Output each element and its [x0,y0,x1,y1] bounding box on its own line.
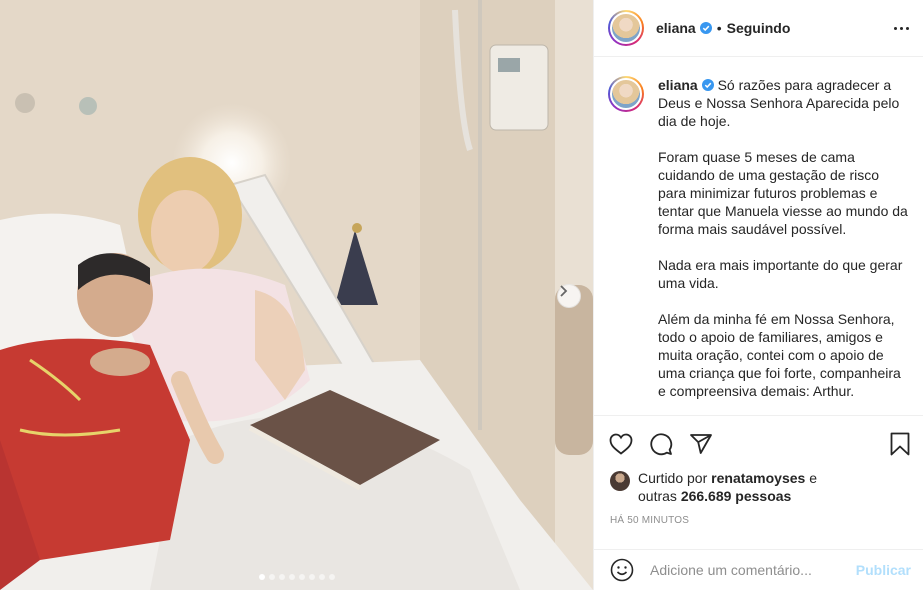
liked-prefix: Curtido por [638,470,708,486]
avatar[interactable] [610,12,642,44]
heart-icon [609,433,633,455]
post-side-panel: eliana • Seguindo eliana Só razões para … [593,0,923,590]
hospital-photo-illustration [0,0,593,590]
caption-paragraph: eliana Só razões para agradecer a Deus e… [658,76,909,130]
publish-button[interactable]: Publicar [856,562,911,578]
comment-icon [650,432,673,455]
comment-input[interactable] [650,562,850,578]
bookmark-icon [890,432,910,455]
carousel-dot [288,574,295,580]
carousel-indicator [0,574,593,580]
save-button[interactable] [887,431,913,457]
caption-paragraph: Foram quase 5 meses de cama cuidando de … [658,149,908,237]
emoji-icon[interactable] [610,558,634,582]
comment-button[interactable] [648,431,674,457]
carousel-dot [308,574,315,580]
post-timestamp[interactable]: HÁ 50 MINUTOS [610,515,689,526]
carousel-dot [318,574,325,580]
likes-summary: Curtido por renatamoyses e outras 266.68… [610,469,910,505]
username-link[interactable]: eliana [656,20,696,36]
verified-badge-icon [699,22,712,34]
more-options-icon[interactable] [894,26,909,30]
carousel-dot [298,574,305,580]
likes-text: Curtido por renatamoyses e outras 266.68… [638,469,817,505]
caption-paragraph: Nada era mais importante do que gerar um… [658,257,903,291]
post-photo[interactable] [0,0,593,590]
liker-avatar[interactable] [610,471,630,491]
following-button[interactable]: Seguindo [727,20,791,36]
next-slide-button[interactable] [557,284,581,308]
like-button[interactable] [608,431,634,457]
comment-bar: Publicar [594,549,923,590]
caption-area[interactable]: eliana Só razões para agradecer a Deus e… [594,58,923,415]
post-header: eliana • Seguindo [594,0,923,57]
liker-username[interactable]: renatamoyses [711,470,805,486]
share-icon [690,433,712,454]
caption-text: eliana Só razões para agradecer a Deus e… [658,76,909,415]
liked-and: e [809,470,818,486]
story-ring[interactable] [608,76,644,112]
caption-row: eliana Só razões para agradecer a Deus e… [608,76,909,415]
avatar[interactable] [610,78,642,110]
action-bar [594,415,923,471]
carousel-dot [328,574,335,580]
others-prefix: outras [638,488,677,504]
carousel-dot [258,574,265,580]
share-button[interactable] [688,431,714,457]
separator: • [716,20,722,36]
carousel-dot [278,574,285,580]
caption-username[interactable]: eliana [658,77,698,93]
verified-badge-icon [701,79,714,91]
chevron-right-icon [560,285,568,297]
carousel-dot [268,574,275,580]
others-count-link[interactable]: 266.689 pessoas [681,488,792,504]
story-ring[interactable] [608,10,644,46]
caption-paragraph: Além da minha fé em Nossa Senhora, todo … [658,311,901,399]
